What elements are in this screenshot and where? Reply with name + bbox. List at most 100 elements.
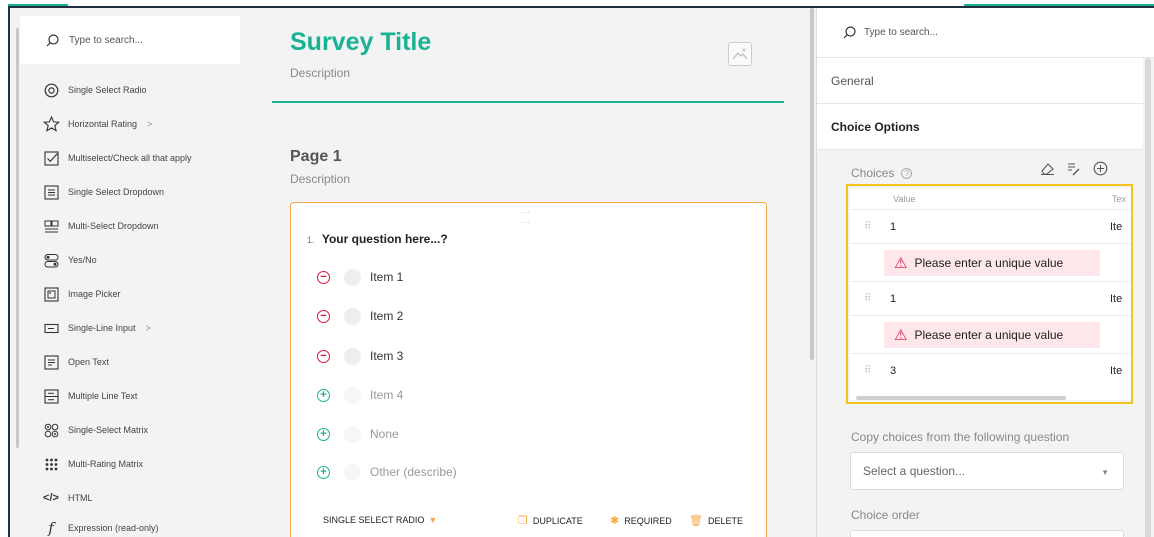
question-card[interactable]: ∙∙∙ ∙∙∙ 1. Your question here...? − Item … <box>290 202 767 537</box>
add-choice-circle-icon[interactable] <box>1093 161 1108 179</box>
tool-label: Multi-Rating Matrix <box>68 459 144 469</box>
duplicate-icon: ❐ <box>518 515 528 527</box>
tool-single-select-radio[interactable]: Single Select Radio <box>42 80 147 100</box>
property-search[interactable]: Type to search... <box>817 8 1154 58</box>
survey-title[interactable]: Survey Title <box>290 28 431 57</box>
property-search-input[interactable]: Type to search... <box>864 27 938 38</box>
choice-label[interactable]: Item 3 <box>370 349 403 363</box>
question-toolbar: SINGLE SELECT RADIO ▼ ❐ DUPLICATE ✱ REQU… <box>291 511 766 531</box>
tool-label: Single-Line Input <box>68 323 136 333</box>
chevron-right-icon: > <box>145 323 151 333</box>
radio-button <box>344 268 361 286</box>
help-icon[interactable]: ? <box>901 167 913 179</box>
tool-label: Yes/No <box>68 255 97 265</box>
choice-label: None <box>370 427 399 441</box>
tool-multiple-line-text[interactable]: Multiple Line Text <box>42 386 137 406</box>
remove-choice-icon[interactable]: − <box>317 309 330 323</box>
expression-icon: f <box>48 519 54 537</box>
tool-html[interactable]: </> HTML <box>42 488 93 508</box>
tool-label: Single Select Radio <box>68 85 147 95</box>
category-choice-options[interactable]: Choice Options <box>817 104 1143 150</box>
tool-multiselect[interactable]: Multiselect/Check all that apply <box>42 148 192 168</box>
required-button[interactable]: ✱ REQUIRED <box>610 514 672 527</box>
choice-label: Item 4 <box>370 388 404 402</box>
radio-icon <box>42 81 60 99</box>
radio-button <box>344 386 361 404</box>
property-grid: Type to search... General Choice Options… <box>816 8 1154 537</box>
other-choice-item[interactable]: + Other (describe) <box>317 462 457 482</box>
tool-open-text[interactable]: Open Text <box>42 352 109 372</box>
ghost-choice-item[interactable]: + Item 4 <box>317 385 403 405</box>
choice-label[interactable]: Item 2 <box>370 309 403 323</box>
tool-single-line-input[interactable]: Single-Line Input > <box>42 318 151 338</box>
clear-icon[interactable] <box>1040 161 1055 179</box>
question-number: 1. <box>307 235 315 245</box>
remove-choice-icon[interactable]: − <box>317 349 330 363</box>
highlight-box <box>846 184 1133 404</box>
choices-label: Choices ? <box>851 166 913 180</box>
tool-label: Expression (read-only) <box>68 523 159 533</box>
comment-icon <box>42 353 60 371</box>
checkbox-icon <box>42 149 60 167</box>
toggle-icon <box>42 251 60 269</box>
tool-horizontal-rating[interactable]: Horizontal Rating > <box>42 114 152 134</box>
choice-label[interactable]: Item 1 <box>370 270 403 284</box>
add-choice-icon[interactable]: + <box>317 388 330 402</box>
search-icon <box>843 26 856 39</box>
duplicate-button[interactable]: ❐ DUPLICATE <box>518 514 583 527</box>
caret-down-icon: ▼ <box>428 515 438 525</box>
multiple-text-icon <box>42 387 60 405</box>
tool-label: Multi-Select Dropdown <box>68 221 159 231</box>
toolbox-search-input[interactable]: Type to search... <box>69 35 143 46</box>
question-title[interactable]: 1. Your question here...? <box>307 232 448 246</box>
tool-single-select-dropdown[interactable]: Single Select Dropdown <box>42 182 164 202</box>
html-icon: </> <box>43 492 59 504</box>
choice-item[interactable]: − Item 2 <box>317 306 403 326</box>
choice-order-label: Choice order <box>851 508 920 522</box>
tool-yes-no[interactable]: Yes/No <box>42 250 97 270</box>
tool-multi-select-dropdown[interactable]: Multi-Select Dropdown <box>42 216 159 236</box>
copy-choices-select[interactable]: Select a question... ▼ <box>850 452 1124 490</box>
tool-image-picker[interactable]: Image Picker <box>42 284 121 304</box>
trash-icon: 🗑 <box>689 515 703 527</box>
tool-multi-rating-matrix[interactable]: Multi-Rating Matrix <box>42 454 143 474</box>
none-choice-item[interactable]: + None <box>317 424 399 444</box>
delete-button[interactable]: 🗑 DELETE <box>689 514 743 527</box>
radio-button <box>344 463 361 481</box>
dropdown-icon <box>42 183 60 201</box>
tool-label: Single Select Dropdown <box>68 187 165 197</box>
survey-description[interactable]: Description <box>290 66 350 80</box>
choice-order-select[interactable] <box>850 530 1124 537</box>
add-choice-icon[interactable]: + <box>317 427 330 441</box>
property-grid-scrollbar[interactable] <box>1145 58 1151 537</box>
star-icon <box>42 115 60 133</box>
choice-item[interactable]: − Item 3 <box>317 346 403 366</box>
add-choice-icon[interactable]: + <box>317 465 330 479</box>
tool-expression[interactable]: f Expression (read-only) <box>42 518 159 537</box>
chevron-right-icon: > <box>147 119 153 129</box>
radio-button <box>344 307 361 325</box>
question-type-label: SINGLE SELECT RADIO <box>323 515 425 525</box>
toolbox-search[interactable]: Type to search... <box>20 16 240 64</box>
drag-handle-icon[interactable]: ∙∙∙ ∙∙∙ <box>520 207 531 227</box>
logo-placeholder-icon[interactable] <box>728 42 752 66</box>
tool-single-select-matrix[interactable]: Single-Select Matrix <box>42 420 148 440</box>
search-icon <box>46 33 59 46</box>
remove-choice-icon[interactable]: − <box>317 270 330 284</box>
question-type-selector[interactable]: SINGLE SELECT RADIO ▼ <box>323 515 437 525</box>
text-input-icon <box>42 319 60 337</box>
toolbox: Type to search... Single Select Radio Ho… <box>10 8 260 537</box>
toolbox-scrollbar[interactable] <box>16 28 19 448</box>
page-description[interactable]: Description <box>290 172 350 186</box>
choice-item[interactable]: − Item 1 <box>317 267 403 287</box>
image-picker-icon <box>42 285 60 303</box>
question-title-text[interactable]: Your question here...? <box>322 232 448 246</box>
choice-label: Other (describe) <box>370 465 457 479</box>
tool-label: Image Picker <box>68 289 121 299</box>
category-general[interactable]: General <box>817 58 1143 104</box>
tool-label: HTML <box>68 493 93 503</box>
designer-scrollbar[interactable] <box>810 8 814 360</box>
edit-list-icon[interactable] <box>1066 161 1081 179</box>
title-divider <box>272 101 784 103</box>
page-title[interactable]: Page 1 <box>290 148 342 166</box>
